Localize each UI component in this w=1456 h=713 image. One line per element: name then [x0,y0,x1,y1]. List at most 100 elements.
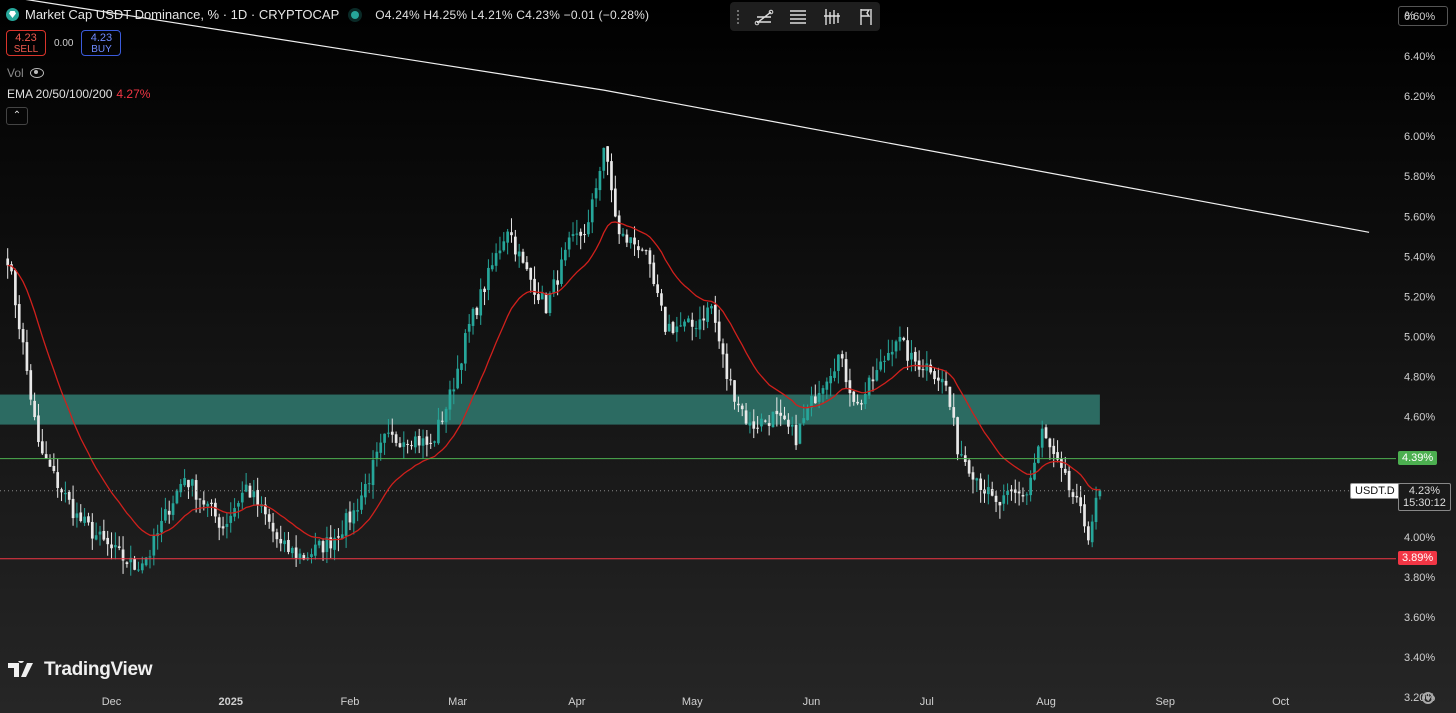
symbol-title[interactable]: Market Cap USDT Dominance, % · 1D · CRYP… [25,7,339,22]
long-position-tool-icon[interactable] [822,7,842,27]
candle-body [1083,504,1086,527]
candle-body [37,415,40,443]
candle-body [967,460,971,474]
candle-body [629,237,633,244]
candle-body [48,459,52,467]
candle-body [544,293,548,314]
candle-body [687,318,690,323]
candle-body [356,510,359,512]
candle-body [621,233,625,236]
volume-label: Vol [7,66,24,80]
y-tick-label: 6.40% [1404,51,1435,63]
candle-body [467,323,471,332]
candle-body [567,237,571,250]
candle-body [448,389,452,410]
candle-body [294,547,298,558]
candle-body [702,318,706,321]
candle-body [1017,491,1021,494]
candle-body [417,435,421,446]
candle-body [921,369,925,371]
drawing-toolbar [730,2,880,31]
candle-body [287,539,290,552]
candle-body [529,267,533,280]
drag-handle-icon[interactable] [736,8,740,25]
candle-body [229,515,233,523]
candle-body [983,489,986,494]
candle-body [763,420,767,422]
candle-body [337,536,340,538]
candle-body [210,502,213,505]
candle-body [352,510,356,524]
scale-mode-toggle[interactable]: % [1398,6,1448,26]
candle-body [952,407,956,418]
candle-body [860,403,863,405]
candle-body [33,400,36,418]
candle-body [64,492,67,495]
candle-body [425,436,429,445]
candle-body [610,161,613,191]
buy-label: BUY [91,44,112,55]
zone-layer [0,394,1100,425]
candle-body [821,388,825,394]
buy-button[interactable]: 4.23 BUY [81,30,122,56]
candle-body [867,377,871,396]
candle-body [690,319,694,327]
candle-body [44,454,48,459]
candle-body [898,336,902,342]
candle-body [298,553,302,559]
candle-body [940,378,944,383]
candle-body [83,516,86,523]
brand-label: TradingView [44,659,153,680]
candle-body [956,417,959,455]
candle-body [40,441,44,454]
candle-body [1040,428,1044,448]
candle-body [317,540,321,546]
candle-body [671,322,675,334]
candle-body [971,472,975,480]
candle-body [29,370,33,400]
flag-marker-tool-icon[interactable] [856,7,876,27]
collapse-indicators-button[interactable]: ⌃ [6,107,28,125]
candle-body [521,251,525,263]
candle-body [398,443,402,448]
candle-body [1086,526,1090,541]
candle-body [894,341,898,352]
trend-line-tool-icon[interactable] [754,7,774,27]
sell-button[interactable]: 4.23 SELL [6,30,46,56]
candle-body [1048,438,1052,448]
x-tick-label: May [682,696,703,708]
candle-body [833,371,836,378]
candle-body [813,396,817,404]
candle-body [871,379,875,382]
candle-body [744,410,748,424]
candle-body [844,359,848,383]
candle-body [887,352,890,361]
hidden-eye-icon[interactable] [29,68,44,78]
candle-body [6,258,10,266]
y-tick-label: 4.60% [1404,412,1435,424]
ema-indicator[interactable]: EMA 20/50/100/200 4.27% [7,87,150,101]
bar-countdown: 15:30:12 [1403,496,1446,509]
fib-retracement-tool-icon[interactable] [788,7,808,27]
candle-body [221,526,225,529]
candle-body [267,514,271,522]
candle-body [637,246,640,251]
candle-body [633,237,636,245]
buy-price: 4.23 [90,32,113,44]
candle-body [190,479,194,486]
candle-body [979,478,983,491]
candle-body [675,326,679,333]
candle-body [256,489,260,506]
candle-body [1052,445,1056,455]
price-chart[interactable]: 6.60%6.40%6.20%6.00%5.80%5.60%5.40%5.20%… [0,0,1456,713]
settings-gear-icon[interactable] [1422,692,1434,704]
candle-body [479,289,483,316]
support-price-tag: 3.89% [1398,550,1438,565]
candle-body [517,251,521,257]
candle-body [1021,495,1025,497]
candle-body [667,323,671,332]
candle-body [767,423,771,426]
candle-body [933,371,936,380]
volume-indicator[interactable]: Vol [7,66,44,80]
candle-body [348,511,352,523]
